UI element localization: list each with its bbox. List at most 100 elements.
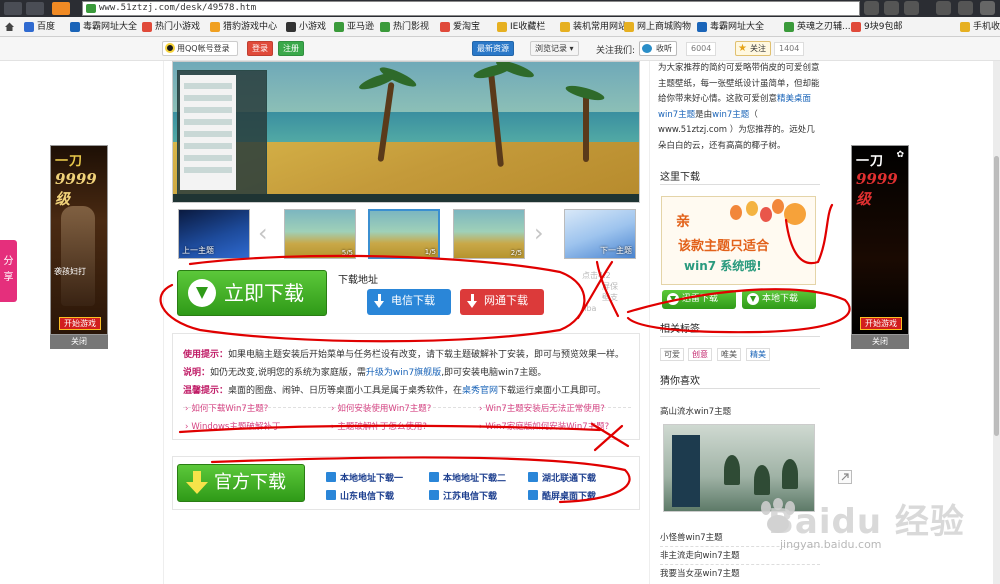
search-engine-icon[interactable] bbox=[864, 1, 879, 15]
tag-link[interactable]: 精美 bbox=[746, 348, 770, 361]
thumbnail-strip: 上一主题 ‹ 5/5 1/5 2/5 › 下一主题 bbox=[172, 209, 640, 261]
preview-thumb-3[interactable]: 2/5 bbox=[453, 209, 525, 259]
bookmark-item[interactable]: 9块9包邮 bbox=[851, 20, 902, 34]
tag-link[interactable]: 可爱 bbox=[660, 348, 684, 361]
tag-link[interactable]: 唯美 bbox=[717, 348, 741, 361]
bookmark-item[interactable]: 小游戏 bbox=[286, 20, 326, 34]
bookmark-favicon-icon bbox=[286, 22, 296, 32]
mirror-link[interactable]: 酷屏桌面下载 bbox=[528, 489, 596, 502]
bookmark-item[interactable]: 爱淘宝 bbox=[440, 20, 480, 34]
download-now-button[interactable]: 立即下载 bbox=[177, 270, 327, 316]
guess-item[interactable]: 高山流水win7主题 bbox=[660, 405, 820, 420]
qa-link[interactable]: 如何下载Win7主题? bbox=[185, 402, 268, 414]
mirror-link[interactable]: 本地地址下载二 bbox=[429, 471, 506, 484]
baidu-jingyan-watermark: Baidu 经验 jingyan.baidu.com bbox=[752, 494, 992, 584]
tag-link[interactable]: 创意 bbox=[688, 348, 712, 361]
qa-link[interactable]: 如何安装使用Win7主题? bbox=[331, 402, 431, 414]
star-icon[interactable] bbox=[904, 1, 919, 15]
ad-title-line1: 一刀 bbox=[856, 154, 885, 169]
badge-circle bbox=[784, 203, 806, 225]
share-tab[interactable]: 分享 bbox=[0, 240, 17, 302]
warm-tip: 温馨提示：桌面的图盘、闹钟、日历等桌面小工具是属于桌秀软件，在桌秀官网下载运行桌… bbox=[183, 386, 607, 396]
bookmark-label: 装机常用网站 bbox=[573, 22, 628, 32]
bookmark-label: 猎豹游戏中心 bbox=[223, 22, 278, 32]
theme-intro-text: 为大家推荐的简约可爱略带俏皮的可爱创意主题壁纸，每一张壁纸设计虽简单，但却能给你… bbox=[658, 63, 820, 151]
prev-theme-thumb[interactable]: 上一主题 bbox=[178, 209, 250, 259]
mirror-link[interactable]: 湖北联通下载 bbox=[528, 471, 596, 484]
page-scrollbar[interactable] bbox=[993, 61, 1000, 584]
ad-play-button[interactable]: 开始游戏 bbox=[860, 317, 902, 330]
forward-button[interactable] bbox=[26, 2, 44, 15]
ad-artwork: 一刀 9999 级 ✿ 开始游戏 bbox=[851, 145, 909, 335]
listen-button[interactable]: 收听 bbox=[639, 41, 677, 56]
bookmark-item[interactable]: 亚马逊 bbox=[334, 20, 374, 34]
back-button[interactable] bbox=[4, 2, 22, 15]
bookmark-label: 手机收藏 bbox=[973, 22, 1000, 32]
home-arrow-button[interactable] bbox=[52, 2, 70, 15]
mirror-link[interactable]: 江苏电信下载 bbox=[429, 489, 497, 502]
left-game-ad[interactable]: 一刀 9999 级 袭孩妇打 开始游戏 关闭 bbox=[50, 145, 108, 349]
mirror-link[interactable]: 山东电信下载 bbox=[326, 489, 394, 502]
bookmark-item[interactable]: 热门小游戏 bbox=[142, 20, 200, 34]
follow-button[interactable]: ★ 关注 bbox=[735, 41, 771, 56]
follow-count: 1404 bbox=[774, 42, 805, 56]
login-button[interactable]: 登录 bbox=[247, 41, 273, 56]
url-input[interactable]: www.51ztzj.com/desk/49578.htm bbox=[82, 1, 860, 16]
history-dropdown[interactable]: 浏览记录 ▾ bbox=[530, 41, 579, 56]
bookmark-item[interactable]: 英魂之刃辅... bbox=[784, 20, 851, 34]
bookmark-item[interactable]: IE收藏栏 bbox=[497, 20, 545, 34]
qq-login-button[interactable]: 用QQ帐号登录 bbox=[162, 41, 238, 56]
ad-title-line2: 9999 级 bbox=[856, 170, 898, 208]
bookmark-item[interactable]: 毒霸网址大全 bbox=[697, 20, 764, 34]
latest-resources-button[interactable]: 最新资源 bbox=[472, 41, 514, 56]
register-button[interactable]: 注册 bbox=[278, 41, 304, 56]
bookmark-item[interactable]: 猎豹游戏中心 bbox=[210, 20, 277, 34]
qa-link[interactable]: Win7家庭版如何安装Win7主题? bbox=[479, 420, 609, 432]
win7-only-notice: 亲 该款主题只适合 win7 系统哦! bbox=[661, 196, 816, 285]
chevron-down-icon: ▾ bbox=[569, 44, 574, 53]
upgrade-link[interactable]: 升级为win7旗舰版 bbox=[366, 368, 441, 378]
qa-link[interactable]: Win7主题安装后无法正常使用? bbox=[479, 402, 604, 414]
site-top-bar: 用QQ帐号登录 登录 注册 最新资源 浏览记录 ▾ 关注我们: 收听 6004 … bbox=[0, 37, 1000, 61]
qa-link[interactable]: 主题破解补丁怎么使用? bbox=[331, 420, 427, 432]
ad-play-button[interactable]: 开始游戏 bbox=[59, 317, 101, 330]
bookmark-item[interactable]: 手机收藏 bbox=[960, 20, 1000, 34]
ad-close-button[interactable]: 关闭 bbox=[50, 335, 108, 349]
preview-thumb-1[interactable]: 5/5 bbox=[284, 209, 356, 259]
preview-thumb-2[interactable]: 1/5 bbox=[368, 209, 440, 259]
user-icon[interactable] bbox=[936, 1, 951, 15]
paw-icon: ✿ bbox=[896, 150, 904, 160]
next-theme-thumb[interactable]: 下一主题 bbox=[564, 209, 636, 259]
download-icon[interactable] bbox=[884, 1, 899, 15]
mirror-link[interactable]: 本地地址下载一 bbox=[326, 471, 403, 484]
chevron-left-icon[interactable]: ‹ bbox=[258, 221, 268, 245]
desktop-show-link[interactable]: 桌秀官网 bbox=[462, 386, 498, 396]
expand-icon[interactable] bbox=[838, 470, 852, 484]
bookmark-item[interactable]: 网上商城购物 bbox=[624, 20, 691, 34]
warrior-figure bbox=[61, 206, 95, 306]
chevron-right-icon[interactable]: › bbox=[534, 221, 544, 245]
local-download-button[interactable]: 本地下载 bbox=[742, 290, 816, 309]
close-window-icon[interactable] bbox=[980, 1, 995, 15]
bookmark-label: 爱淘宝 bbox=[453, 22, 481, 32]
guess-you-like-title: 猜你喜欢 bbox=[660, 376, 700, 387]
qa-link[interactable]: Windows主题破解补丁 bbox=[185, 420, 280, 432]
xunlei-download-button[interactable]: 迅雷下载 bbox=[662, 290, 736, 309]
menu-icon[interactable] bbox=[958, 1, 973, 15]
bookmark-item[interactable]: 热门影视 bbox=[380, 20, 429, 34]
scrollbar-thumb[interactable] bbox=[994, 156, 999, 436]
ad-small-text: 袭孩妇打 bbox=[54, 267, 86, 276]
bookmarks-bar: 百度 毒霸网址大全 热门小游戏 猎豹游戏中心 小游戏 亚马逊 热门影视 爱淘宝 IE收藏栏 装机常… bbox=[0, 17, 1000, 37]
right-game-ad[interactable]: 一刀 9999 级 ✿ 开始游戏 关闭 bbox=[851, 145, 909, 349]
bookmark-item[interactable]: 百度 bbox=[24, 20, 55, 34]
intro-link[interactable]: win7主题 bbox=[712, 110, 749, 120]
theme-preview-image bbox=[172, 61, 640, 203]
bookmark-item[interactable]: 毒霸网址大全 bbox=[70, 20, 137, 34]
telecom-download-button[interactable]: 电信下载 bbox=[367, 289, 451, 315]
follow-us-label: 关注我们: bbox=[596, 46, 636, 56]
home-icon[interactable] bbox=[4, 21, 15, 32]
netcom-download-button[interactable]: 网通下载 bbox=[460, 289, 544, 315]
official-download-button[interactable]: 官方下载 bbox=[177, 464, 305, 502]
bookmark-item[interactable]: 装机常用网站 bbox=[560, 20, 627, 34]
ad-close-button[interactable]: 关闭 bbox=[851, 335, 909, 349]
